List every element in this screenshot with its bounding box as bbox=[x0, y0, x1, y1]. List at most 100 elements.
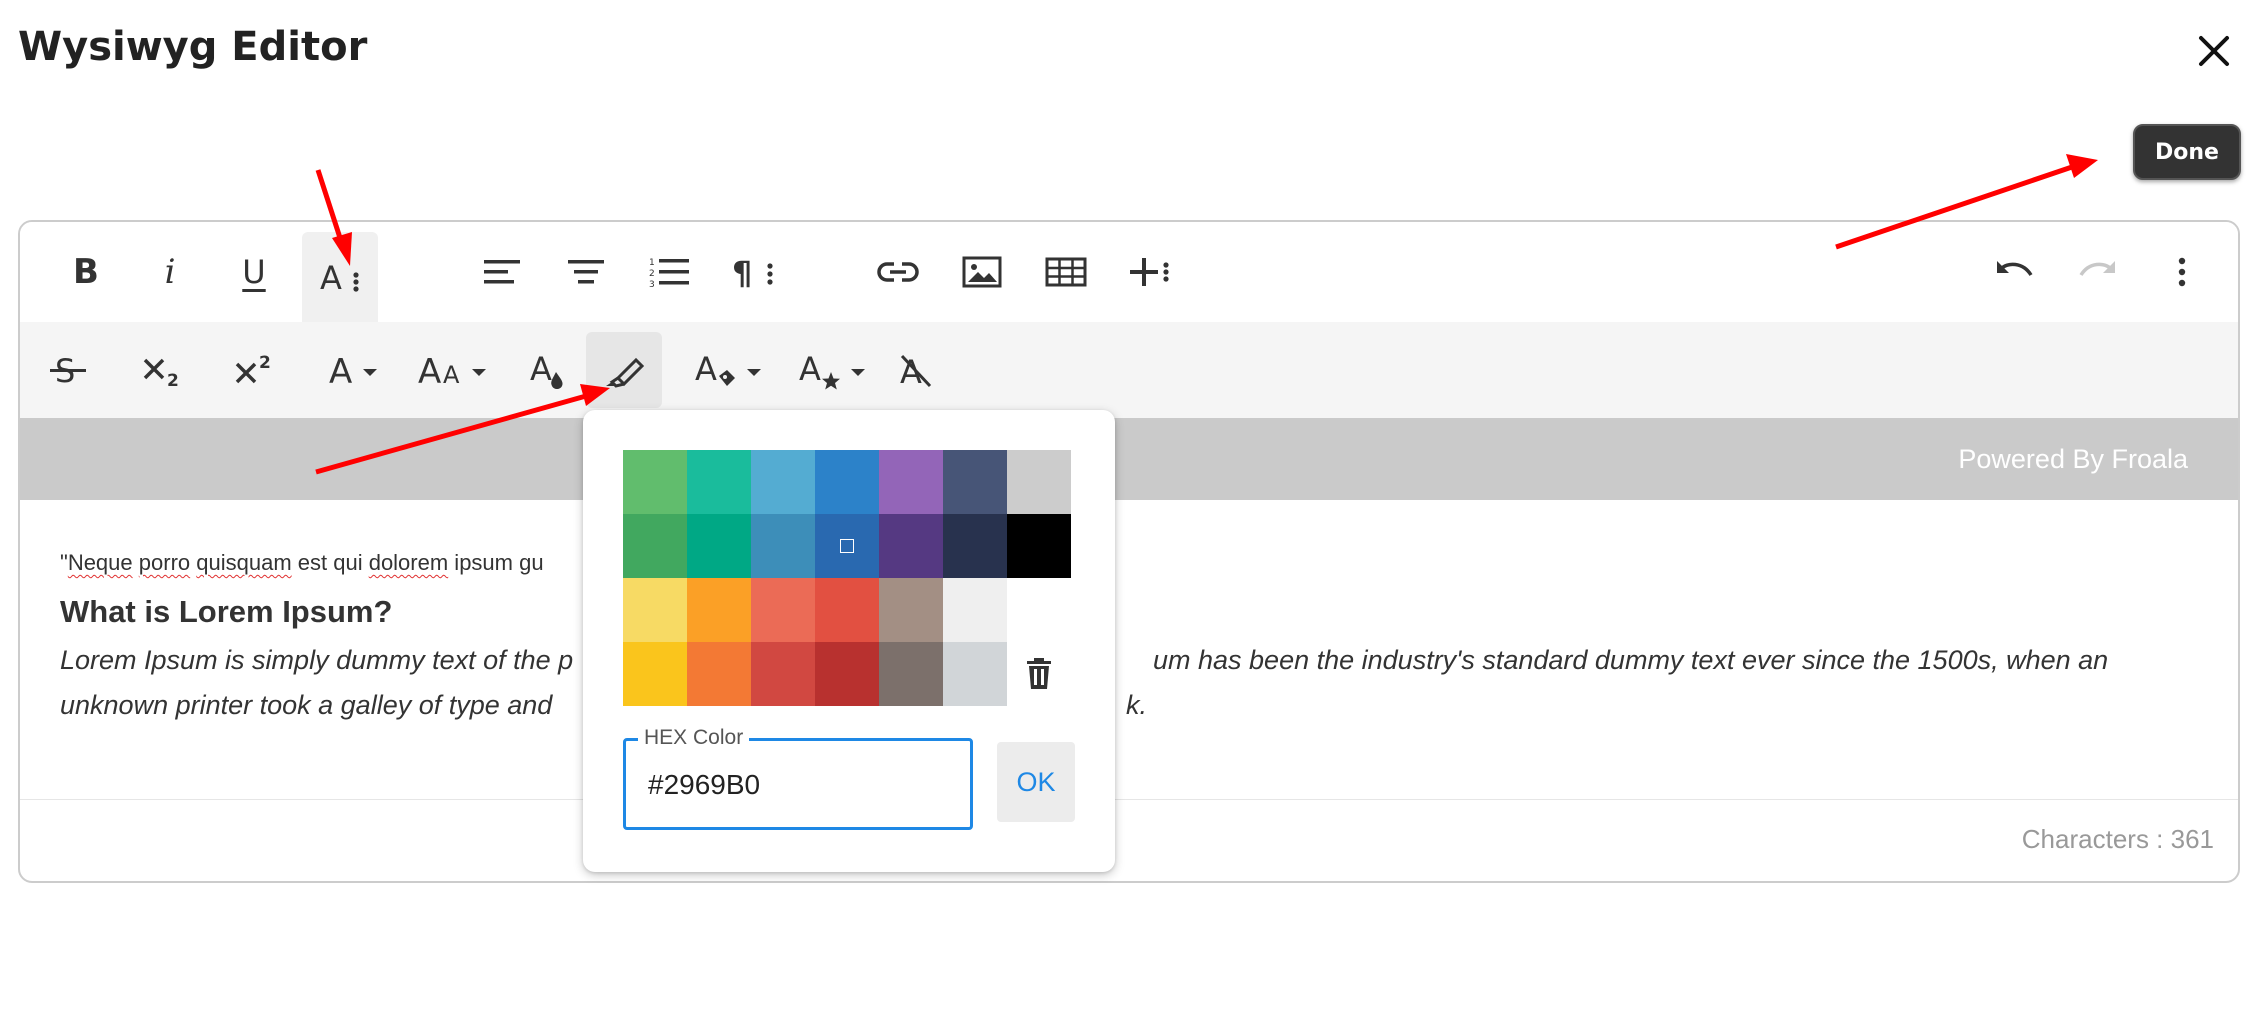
font-family-button[interactable]: A bbox=[310, 332, 394, 408]
color-swatch[interactable] bbox=[687, 578, 751, 642]
text-color-icon: A bbox=[530, 350, 563, 389]
color-swatch[interactable] bbox=[879, 450, 943, 514]
undo-icon bbox=[1997, 261, 2033, 277]
svg-text:A: A bbox=[799, 350, 821, 388]
inline-style-icon: A bbox=[799, 350, 840, 390]
clear-formatting-button[interactable]: A bbox=[878, 332, 954, 408]
table-icon bbox=[1045, 257, 1087, 287]
selected-marker bbox=[840, 539, 854, 553]
color-swatch[interactable] bbox=[943, 450, 1007, 514]
done-button[interactable]: Done bbox=[2133, 124, 2241, 180]
svg-text:A: A bbox=[443, 361, 460, 388]
insert-image-button[interactable] bbox=[944, 234, 1020, 310]
page-title: Wysiwyg Editor bbox=[18, 24, 368, 70]
toolbar-main-row: B i U A 1 2 3 ¶ bbox=[20, 222, 2238, 322]
hex-color-input[interactable] bbox=[648, 767, 948, 803]
bold-button[interactable]: B bbox=[48, 234, 124, 310]
vertical-dots-icon bbox=[2178, 257, 2186, 287]
color-swatch[interactable] bbox=[1007, 578, 1071, 642]
strikethrough-icon: S bbox=[50, 352, 86, 388]
background-color-button[interactable] bbox=[586, 332, 662, 408]
color-swatch[interactable] bbox=[751, 642, 815, 706]
subscript-icon: 2 bbox=[143, 358, 179, 388]
color-swatch[interactable] bbox=[815, 642, 879, 706]
inline-class-icon: A bbox=[695, 350, 735, 388]
text-color-button[interactable]: A bbox=[510, 332, 586, 408]
svg-text:A: A bbox=[418, 352, 441, 388]
insert-link-button[interactable] bbox=[860, 234, 936, 310]
hex-color-label: HEX Color bbox=[638, 726, 750, 750]
redo-button[interactable] bbox=[2060, 234, 2136, 310]
redo-icon bbox=[2079, 261, 2115, 277]
hex-color-field[interactable]: HEX Color bbox=[623, 726, 973, 830]
color-swatch[interactable] bbox=[751, 450, 815, 514]
color-swatch[interactable] bbox=[687, 514, 751, 578]
font-size-button[interactable]: A A bbox=[404, 332, 500, 408]
inline-class-button[interactable]: A bbox=[680, 332, 776, 408]
color-swatch[interactable] bbox=[943, 642, 1007, 706]
color-swatch[interactable] bbox=[751, 514, 815, 578]
paragraph-more-button[interactable]: ¶ bbox=[716, 234, 792, 310]
more-text-button[interactable]: A bbox=[302, 232, 378, 322]
quote-line: "Neque porro quisquam est qui dolorem ip… bbox=[60, 550, 544, 575]
color-swatch-grid bbox=[623, 450, 1073, 708]
superscript-button[interactable]: 2 bbox=[216, 332, 292, 408]
color-swatch[interactable] bbox=[751, 578, 815, 642]
color-swatch[interactable] bbox=[1007, 450, 1071, 514]
close-icon bbox=[2199, 36, 2229, 66]
svg-text:2: 2 bbox=[649, 269, 655, 279]
editor-content[interactable]: "Neque porro quisquam est qui dolorem ip… bbox=[60, 548, 2200, 728]
text-more-icon: A bbox=[320, 259, 359, 297]
color-swatch[interactable] bbox=[879, 514, 943, 578]
superscript-icon: 2 bbox=[235, 353, 271, 384]
plus-more-icon bbox=[1130, 258, 1169, 286]
strikethrough-button[interactable]: S bbox=[30, 332, 106, 408]
align-left-button[interactable] bbox=[464, 234, 540, 310]
trash-icon bbox=[1027, 658, 1051, 689]
italic-button[interactable]: i bbox=[132, 234, 208, 310]
misspelled-word: Neque bbox=[67, 550, 133, 575]
align-center-button[interactable] bbox=[548, 234, 624, 310]
more-options-button[interactable] bbox=[2144, 234, 2220, 310]
chevron-down-icon bbox=[472, 368, 486, 376]
color-swatch[interactable] bbox=[879, 578, 943, 642]
insert-table-button[interactable] bbox=[1028, 234, 1104, 310]
color-swatch[interactable] bbox=[623, 514, 687, 578]
misspelled-word: porro bbox=[138, 550, 191, 575]
color-swatch[interactable] bbox=[943, 578, 1007, 642]
color-swatch[interactable] bbox=[623, 578, 687, 642]
color-swatch[interactable] bbox=[879, 642, 943, 706]
color-swatch[interactable] bbox=[623, 450, 687, 514]
image-icon bbox=[962, 256, 1002, 288]
highlighter-icon bbox=[606, 357, 644, 388]
insert-more-button[interactable] bbox=[1112, 234, 1188, 310]
color-swatch[interactable] bbox=[1007, 514, 1071, 578]
color-swatch[interactable] bbox=[943, 514, 1007, 578]
powered-by-link[interactable]: Powered By Froala bbox=[1958, 444, 2188, 475]
ok-button[interactable]: OK bbox=[997, 742, 1075, 822]
color-swatch[interactable] bbox=[815, 514, 879, 578]
italic-icon: i bbox=[164, 252, 176, 292]
link-icon bbox=[877, 262, 919, 282]
subscript-button[interactable]: 2 bbox=[124, 332, 200, 408]
editor-box: B i U A 1 2 3 ¶ S 2 2 A A A A A A A Powe… bbox=[18, 220, 2240, 883]
color-swatch[interactable] bbox=[687, 642, 751, 706]
color-swatch[interactable] bbox=[815, 578, 879, 642]
color-swatch[interactable] bbox=[815, 450, 879, 514]
close-button[interactable] bbox=[2188, 28, 2240, 74]
undo-button[interactable] bbox=[1976, 234, 2052, 310]
content-heading: What is Lorem Ipsum? bbox=[60, 594, 393, 629]
color-swatch[interactable] bbox=[623, 642, 687, 706]
misspelled-word: quisquam bbox=[196, 550, 292, 575]
svg-text:A: A bbox=[329, 352, 352, 388]
svg-text:A: A bbox=[695, 350, 717, 388]
color-swatch[interactable] bbox=[687, 450, 751, 514]
inline-style-button[interactable]: A bbox=[784, 332, 880, 408]
underline-button[interactable]: U bbox=[216, 234, 292, 310]
paragraph-icon: ¶ bbox=[732, 254, 773, 290]
ordered-list-button[interactable]: 1 2 3 bbox=[632, 234, 708, 310]
svg-text:1: 1 bbox=[649, 258, 655, 268]
remove-color-button[interactable] bbox=[1007, 642, 1071, 706]
misspelled-word: dolorem bbox=[368, 550, 449, 575]
powered-by-bar: Powered By Froala bbox=[20, 418, 2238, 500]
